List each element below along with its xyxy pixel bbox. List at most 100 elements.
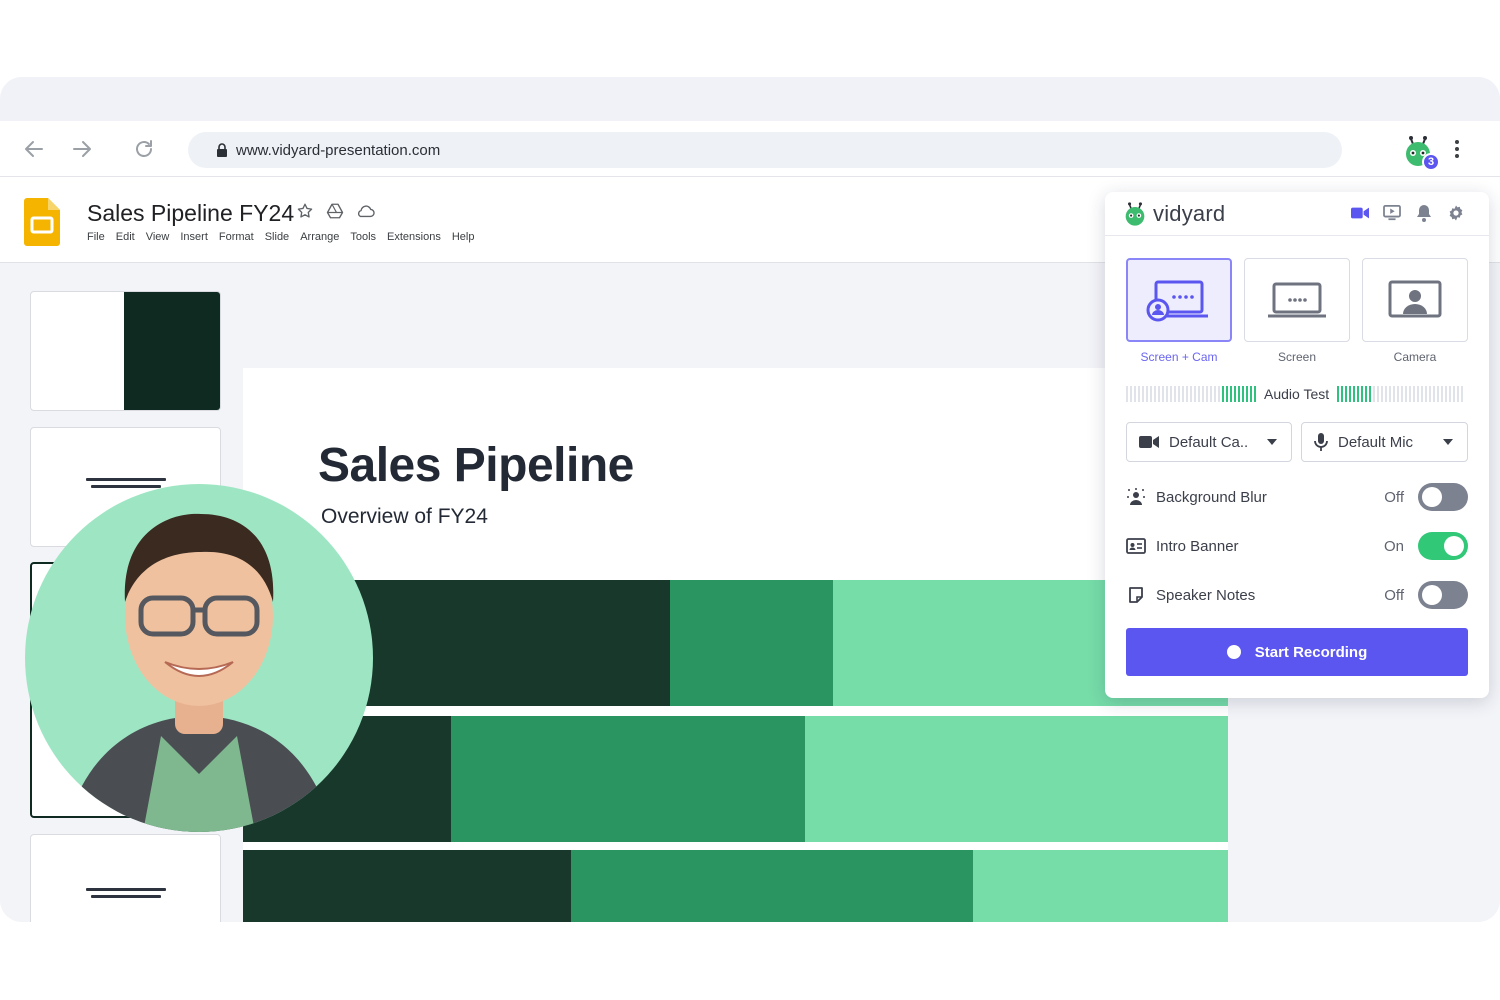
camera-select-value: Default Ca.. [1169, 433, 1249, 451]
microphone-select[interactable]: Default Mic [1301, 422, 1468, 462]
video-camera-icon[interactable] [1351, 204, 1369, 222]
vidyard-extension-button[interactable]: 3 [1400, 133, 1440, 171]
thumbnail-line [86, 478, 166, 481]
url-text: www.vidyard-presentation.com [236, 141, 441, 159]
gear-icon[interactable] [1447, 204, 1465, 222]
note-icon [1126, 585, 1146, 605]
microphone-select-value: Default Mic [1338, 433, 1414, 451]
bar-segment [670, 580, 833, 706]
menu-item-insert[interactable]: Insert [180, 231, 208, 243]
option-label: Speaker Notes [1156, 586, 1256, 604]
laptop-icon [1268, 282, 1326, 318]
pipeline-bar-row-2 [243, 716, 1228, 842]
bar-segment [451, 716, 805, 842]
menu-item-view[interactable]: View [146, 231, 170, 243]
lock-icon [217, 143, 227, 157]
microphone-icon [1314, 433, 1328, 451]
menu-item-edit[interactable]: Edit [116, 231, 135, 243]
bell-icon[interactable] [1415, 204, 1433, 222]
bar-segment [243, 850, 571, 922]
mode-screen-cam-button[interactable] [1126, 258, 1232, 342]
vidyard-wordmark: vidyard [1153, 201, 1226, 226]
option-state: Off [1384, 488, 1404, 506]
option-background-blur: Background Blur Off [1126, 482, 1468, 512]
screen-cam-icon [1146, 280, 1208, 322]
vidyard-logo: vidyard [1121, 200, 1225, 228]
star-icon[interactable] [295, 201, 315, 221]
mode-label-screen-cam: Screen + Cam [1140, 350, 1218, 364]
user-camera-icon [1388, 280, 1442, 318]
option-intro-banner: Intro Banner On [1126, 531, 1468, 561]
audio-level-left [1126, 386, 1256, 402]
video-library-icon[interactable] [1383, 204, 1401, 222]
option-label: Background Blur [1156, 488, 1267, 506]
start-recording-label: Start Recording [1254, 643, 1368, 661]
forward-button[interactable] [68, 135, 96, 163]
bar-segment [571, 850, 973, 922]
back-button[interactable] [20, 135, 48, 163]
audio-test-meter: Audio Test [1126, 384, 1468, 404]
slide-canvas[interactable]: Sales Pipeline Overview of FY24 [243, 368, 1228, 922]
google-slides-icon [24, 198, 60, 246]
menu-item-file[interactable]: File [87, 231, 105, 243]
id-card-icon [1126, 536, 1146, 556]
option-label: Intro Banner [1156, 537, 1239, 555]
menu-item-arrange[interactable]: Arrange [300, 231, 339, 243]
browser-toolbar: www.vidyard-presentation.com 3 [0, 121, 1500, 177]
bar-segment [973, 850, 1228, 922]
menu-item-help[interactable]: Help [452, 231, 475, 243]
record-dot-icon [1226, 645, 1241, 659]
reload-button[interactable] [130, 135, 158, 163]
background-blur-toggle[interactable] [1418, 483, 1468, 511]
audio-test-label: Audio Test [1264, 386, 1330, 402]
thumbnail-line [91, 485, 161, 488]
option-state: Off [1384, 586, 1404, 604]
popup-header: vidyard [1105, 192, 1489, 236]
slide-thumbnail-4[interactable] [30, 834, 221, 922]
intro-banner-toggle[interactable] [1418, 532, 1468, 560]
cloud-icon[interactable] [355, 201, 375, 221]
presenter-camera-bubble[interactable] [25, 484, 373, 832]
thumbnail-line [91, 895, 161, 898]
menu-item-extensions[interactable]: Extensions [387, 231, 441, 243]
menu-bar: File Edit View Insert Format Slide Arran… [87, 231, 474, 243]
slide-title: Sales Pipeline [318, 439, 634, 492]
menu-item-format[interactable]: Format [219, 231, 254, 243]
slide-subtitle: Overview of FY24 [321, 505, 488, 528]
mode-label-screen: Screen [1277, 350, 1317, 364]
address-bar[interactable]: www.vidyard-presentation.com [188, 132, 1342, 168]
thumbnail-dark-panel [124, 292, 220, 410]
chevron-down-icon [1443, 439, 1453, 445]
mode-label-camera: Camera [1393, 350, 1437, 364]
pipeline-bar-row-1 [243, 580, 1228, 706]
option-state: On [1383, 537, 1404, 555]
title-icons [295, 201, 375, 221]
presenter-avatar [65, 513, 333, 832]
menu-item-slide[interactable]: Slide [265, 231, 289, 243]
arrow-right-icon [73, 141, 91, 157]
speaker-notes-toggle[interactable] [1418, 581, 1468, 609]
menu-item-tools[interactable]: Tools [350, 231, 376, 243]
camera-select[interactable]: Default Ca.. [1126, 422, 1292, 462]
browser-menu-button[interactable] [1447, 135, 1467, 163]
chevron-down-icon [1267, 439, 1277, 445]
start-recording-button[interactable]: Start Recording [1126, 628, 1468, 676]
document-title[interactable]: Sales Pipeline FY24 [87, 200, 294, 227]
video-camera-icon [1139, 436, 1159, 448]
slide-thumbnail-1[interactable] [30, 291, 221, 411]
mode-camera-button[interactable] [1362, 258, 1468, 342]
popup-header-icons [1351, 204, 1465, 222]
drive-icon[interactable] [325, 201, 345, 221]
reload-icon [136, 140, 152, 157]
extension-badge: 3 [1422, 153, 1440, 171]
vidyard-recorder-popup: vidyard Screen + Cam Screen Camera Audio… [1105, 192, 1489, 698]
audio-level-right [1337, 386, 1464, 402]
blur-icon [1126, 487, 1146, 507]
pipeline-bar-row-3 [243, 850, 1228, 922]
arrow-left-icon [25, 141, 43, 157]
option-speaker-notes: Speaker Notes Off [1126, 580, 1468, 610]
vidyard-bot-icon [1125, 202, 1145, 226]
thumbnail-line [86, 888, 166, 891]
tab-strip [0, 77, 1500, 121]
mode-screen-button[interactable] [1244, 258, 1350, 342]
